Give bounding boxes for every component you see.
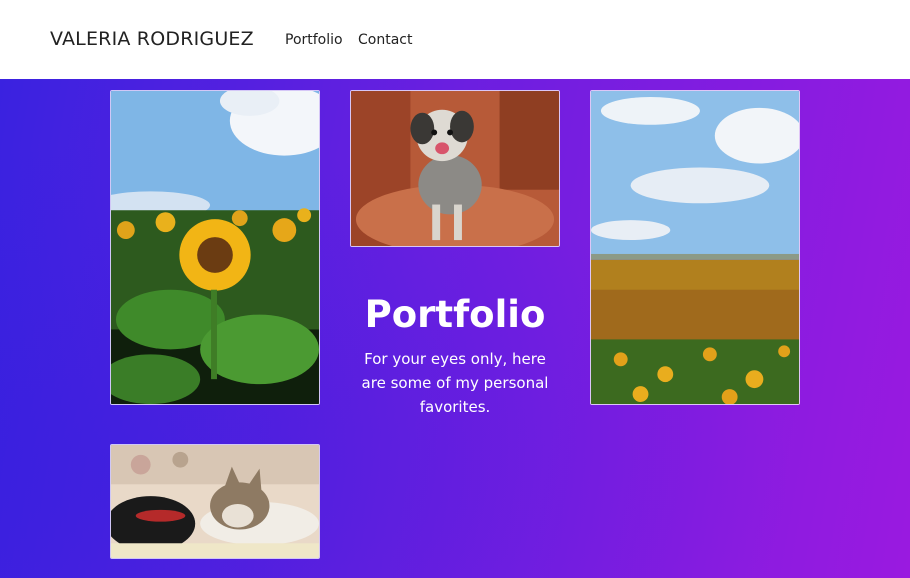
nav-link-contact[interactable]: Contact (358, 32, 412, 48)
top-navbar: VALERIA RODRIGUEZ Portfolio Contact (1, 0, 909, 79)
dog-image (351, 91, 559, 246)
photo-dog[interactable] (350, 90, 560, 247)
photo-sunflower-field[interactable] (590, 90, 800, 405)
nav-link-portfolio[interactable]: Portfolio (285, 32, 343, 48)
cat-image (111, 445, 319, 558)
photo-cat[interactable] (110, 444, 320, 559)
hero-subtitle: For your eyes only, here are some of my … (361, 350, 549, 416)
hero-title: Portfolio (364, 293, 546, 336)
field-image (591, 91, 799, 404)
brand-name[interactable]: VALERIA RODRIGUEZ (50, 28, 254, 50)
photo-sunflower[interactable] (110, 90, 320, 405)
portfolio-hero: Portfolio For your eyes only, here are s… (0, 79, 910, 578)
sunflower-image (111, 91, 319, 404)
